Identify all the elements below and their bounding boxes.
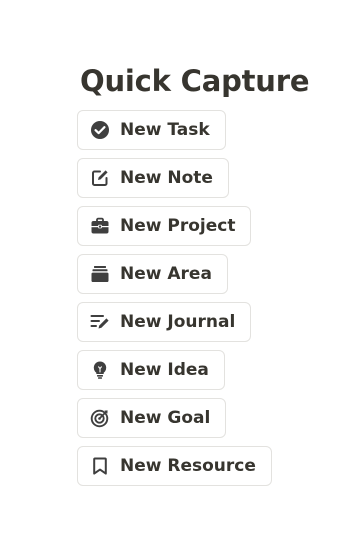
- new-resource-button[interactable]: New Resource: [77, 446, 272, 486]
- journal-lines-pen-icon: [90, 312, 110, 332]
- lightbulb-icon: [90, 360, 110, 380]
- new-resource-label: New Resource: [120, 456, 256, 476]
- new-note-button[interactable]: New Note: [77, 158, 229, 198]
- new-project-button[interactable]: New Project: [77, 206, 252, 246]
- edit-note-icon: [90, 168, 110, 188]
- new-area-label: New Area: [120, 264, 212, 284]
- briefcase-icon: [90, 216, 110, 236]
- new-idea-button[interactable]: New Idea: [77, 350, 225, 390]
- new-journal-label: New Journal: [120, 312, 236, 332]
- new-area-button[interactable]: New Area: [77, 254, 228, 294]
- new-task-label: New Task: [120, 120, 210, 140]
- new-note-label: New Note: [120, 168, 213, 188]
- new-task-button[interactable]: New Task: [77, 110, 226, 150]
- new-goal-label: New Goal: [120, 408, 211, 428]
- new-idea-label: New Idea: [120, 360, 209, 380]
- new-goal-button[interactable]: New Goal: [77, 398, 227, 438]
- new-project-label: New Project: [120, 216, 236, 236]
- quick-capture-panel: Quick Capture New Task New Note New Proj…: [77, 62, 337, 486]
- new-journal-button[interactable]: New Journal: [77, 302, 252, 342]
- page-title: Quick Capture: [80, 64, 310, 98]
- check-circle-icon: [90, 120, 110, 140]
- target-icon: [90, 408, 110, 428]
- stack-icon: [90, 264, 110, 284]
- bookmark-icon: [90, 456, 110, 476]
- quick-capture-button-list: New Task New Note New Project New Area N…: [77, 110, 337, 486]
